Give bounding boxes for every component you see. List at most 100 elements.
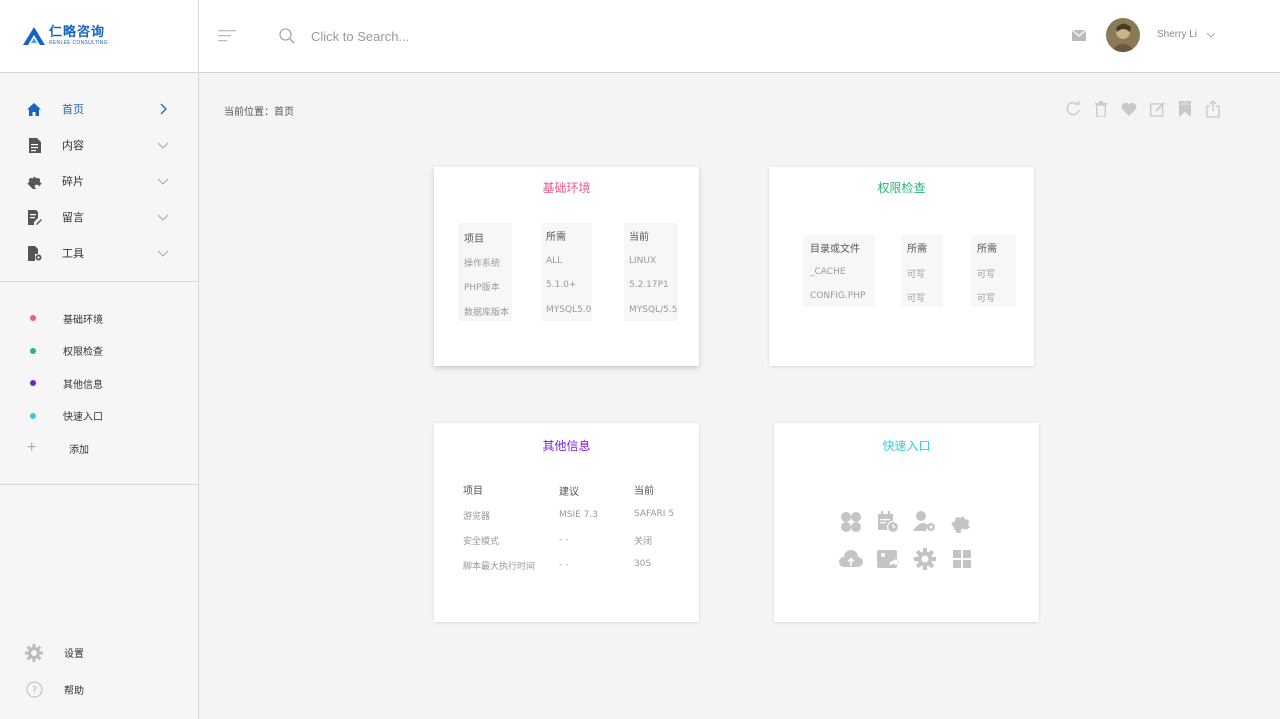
chevron-down-icon [157, 214, 169, 221]
bookmark-icon[interactable] [1176, 100, 1194, 118]
help-button[interactable]: ? 帮助 [0, 671, 198, 708]
table-header: 当前 [634, 486, 654, 497]
env-table: 项目 所需 当前 操作系统 ALL LINUX PHP版本 5.1.0+ 5.2… [458, 223, 688, 323]
table-cell: SAFARI 5 [634, 509, 675, 519]
table-cell: 操作系统 [464, 259, 501, 269]
file-gear-icon [26, 245, 42, 261]
logo-icon [23, 27, 45, 45]
card-title: 权限检查 [877, 181, 926, 195]
table-cell: 5.2.17P1 [629, 280, 669, 290]
note-edit-icon [26, 209, 42, 225]
chevron-down-icon[interactable] [1206, 31, 1216, 39]
table-cell: 关闭 [634, 537, 653, 547]
grid-icon[interactable] [949, 546, 975, 572]
mail-icon[interactable] [1072, 30, 1086, 41]
perm-table: 目录或文件 所需 所需 _CACHE 可写 可写 CONFIG.PHP 可写 可… [803, 235, 1023, 315]
chevron-down-icon [157, 250, 169, 257]
section-item-env[interactable]: 基础环境 [0, 302, 198, 335]
card-title: 其他信息 [542, 439, 591, 453]
share-icon[interactable] [1204, 100, 1222, 118]
gear-icon[interactable] [912, 546, 938, 572]
table-cell: MYSQL/5.5 [629, 305, 678, 315]
document-icon [26, 137, 42, 153]
nav-label: 碎片 [62, 175, 84, 188]
table-cell: ALL [546, 256, 563, 266]
table-header: 当前 [629, 232, 649, 243]
quick-links [838, 509, 986, 572]
table-cell: 可写 [907, 294, 926, 304]
nav-label: 留言 [62, 211, 84, 224]
nav-item-fragments[interactable]: 碎片 [0, 163, 198, 199]
section-item-perm[interactable]: 权限检查 [0, 335, 198, 368]
nav-label: 工具 [62, 247, 84, 260]
add-section-button[interactable]: + 添加 [0, 432, 198, 465]
section-item-other[interactable]: 其他信息 [0, 367, 198, 400]
status-dot [30, 412, 36, 419]
section-label: 基础环境 [63, 314, 103, 326]
settings-label: 设置 [64, 649, 84, 660]
nav-label: 首页 [62, 103, 84, 116]
help-label: 帮助 [64, 686, 84, 697]
section-nav: 基础环境 权限检查 其他信息 快速入口 + 添加 [0, 282, 198, 465]
card-title: 基础环境 [542, 181, 591, 195]
home-icon [26, 101, 42, 117]
nav-item-content[interactable]: 内容 [0, 127, 198, 163]
logo[interactable]: 仁略咨询 RENLEE CONSULTING [0, 0, 198, 73]
nav-item-home[interactable]: 首页 [0, 91, 198, 127]
status-dot [30, 347, 36, 354]
other-table: 项目 建议 当前 游览器 MSIE 7.3 SAFARI 5 安全模式 - - … [463, 480, 693, 580]
table-cell: - - [559, 535, 569, 545]
user-name[interactable]: Sherry Li [1157, 29, 1197, 40]
table-cell: CONFIG.PHP [810, 291, 866, 301]
nav-item-tools[interactable]: 工具 [0, 235, 198, 271]
table-header: 项目 [464, 234, 484, 245]
puzzle-icon[interactable] [949, 509, 975, 535]
section-label: 其他信息 [63, 379, 103, 391]
table-header: 项目 [463, 486, 483, 497]
table-header: 所需 [546, 232, 566, 243]
table-cell: 5.1.0+ [546, 280, 577, 290]
table-cell: 脚本最大执行时间 [463, 562, 536, 572]
calendar-clock-icon[interactable] [875, 509, 901, 535]
table-header: 建议 [559, 487, 579, 498]
table-header: 所需 [977, 244, 997, 255]
top-header: Sherry Li [199, 0, 1280, 73]
section-label: 快速入口 [63, 412, 103, 424]
help-icon: ? [25, 681, 43, 699]
perm-card: 权限检查 目录或文件 所需 所需 _CACHE 可写 可写 CONFIG.PHP… [769, 167, 1034, 366]
table-cell: 可写 [977, 294, 996, 304]
cloud-upload-icon[interactable] [838, 546, 864, 572]
puzzle-icon [26, 173, 42, 189]
table-cell: MYSQL5.0 [546, 305, 592, 315]
logo-tagline: RENLEE CONSULTING [49, 40, 108, 46]
add-label: 添加 [69, 444, 89, 456]
settings-button[interactable]: 设置 [0, 634, 198, 671]
table-cell: 可写 [907, 270, 926, 280]
sidebar: 仁略咨询 RENLEE CONSULTING 首页 内容 碎片 留言 工具 基础… [0, 0, 199, 719]
table-header: 所需 [907, 244, 927, 255]
avatar[interactable] [1106, 18, 1140, 52]
clover-icon[interactable] [838, 509, 864, 535]
table-header: 目录或文件 [810, 244, 860, 255]
image-reply-icon[interactable] [875, 546, 901, 572]
status-dot [30, 315, 36, 322]
toolbar [1064, 100, 1232, 118]
nav-item-messages[interactable]: 留言 [0, 199, 198, 235]
divider [0, 483, 198, 485]
edit-icon[interactable] [1148, 100, 1166, 118]
refresh-icon[interactable] [1064, 100, 1082, 118]
search-input[interactable] [311, 25, 611, 47]
table-cell: - - [559, 560, 569, 570]
plus-icon: + [27, 439, 37, 457]
search-icon[interactable] [279, 28, 295, 44]
table-cell: 安全模式 [463, 537, 500, 547]
menu-toggle-icon[interactable] [218, 29, 236, 43]
section-item-quick[interactable]: 快速入口 [0, 400, 198, 433]
heart-icon[interactable] [1120, 100, 1138, 118]
user-settings-icon[interactable] [912, 509, 938, 535]
chevron-down-icon [157, 142, 169, 149]
trash-icon[interactable] [1092, 100, 1110, 118]
section-label: 权限检查 [63, 347, 103, 359]
quick-card: 快速入口 [774, 423, 1039, 622]
chevron-right-icon [160, 103, 167, 115]
